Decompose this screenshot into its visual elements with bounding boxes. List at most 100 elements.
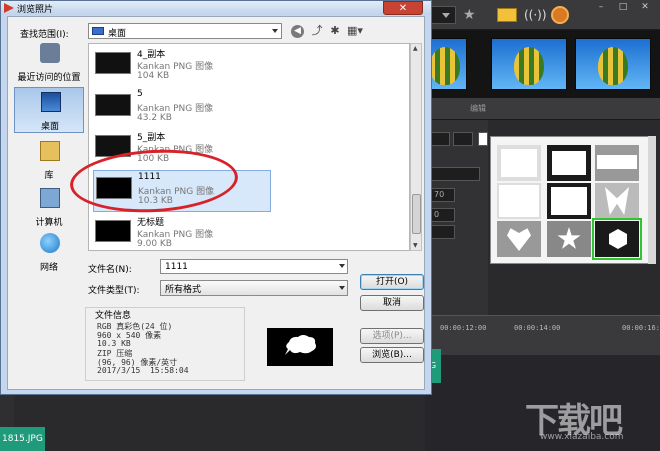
mask-thumbnail[interactable] — [595, 145, 639, 181]
computer-icon — [40, 188, 60, 208]
open-button[interactable]: 打开(O) — [360, 274, 424, 290]
window-minimize-icon[interactable]: – — [590, 0, 612, 14]
butterfly-mask-thumbnail[interactable] — [595, 183, 639, 219]
timecode-label: 00:00:16:00 — [622, 324, 660, 332]
timeline-clip-bottom[interactable]: 1815.JPG — [0, 427, 45, 451]
file-info-line: 10.3 KB — [97, 339, 131, 348]
file-size: 10.3 KB — [138, 196, 173, 206]
file-item[interactable]: 5 Kankan PNG 图像 43.2 KB — [93, 88, 271, 126]
window-close-icon[interactable]: ✕ — [634, 0, 656, 14]
desktop-icon — [92, 27, 104, 35]
speech-bubble-preview-icon — [285, 335, 316, 355]
file-thumbnail — [95, 52, 131, 74]
recent-places-icon — [40, 43, 60, 63]
editor-dropdown[interactable] — [430, 6, 456, 24]
file-size: 9.00 KB — [137, 239, 172, 249]
browse-button[interactable]: 浏览(B)... — [360, 347, 424, 363]
place-label: 桌面 — [40, 122, 59, 132]
file-name-input[interactable] — [160, 259, 348, 274]
place-label: 计算机 — [35, 218, 63, 228]
browse-photo-dialog: 浏览照片 ✕ 查找范围(I): 桌面 ◀ ⤴ ✱ ▦▾ 最近访问的位置 桌面 库 — [0, 0, 432, 395]
place-desktop[interactable]: 桌面 — [14, 87, 84, 133]
library-icon — [40, 141, 60, 161]
star-effects-icon[interactable]: ★ — [463, 6, 483, 24]
scroll-down-icon[interactable]: ▼ — [413, 242, 418, 249]
hexagon-mask-thumbnail-selected[interactable] — [592, 218, 642, 260]
new-folder-icon[interactable]: ✱ — [327, 23, 343, 39]
chevron-down-icon[interactable] — [339, 264, 345, 268]
audio-wave-icon[interactable]: ((·)) — [524, 6, 547, 24]
file-item[interactable]: 无标题 Kankan PNG 图像 9.00 KB — [93, 214, 271, 250]
up-folder-icon[interactable]: ⤴ — [309, 23, 325, 39]
balloon-thumbnail[interactable] — [575, 38, 651, 90]
property-field[interactable] — [453, 132, 473, 146]
mask-thumbnail[interactable] — [497, 183, 541, 219]
mask-thumbnail[interactable] — [547, 183, 591, 219]
mask-gallery-scrollbar[interactable] — [648, 136, 656, 264]
place-library[interactable]: 库 — [14, 137, 84, 183]
places-bar: 最近访问的位置 桌面 库 计算机 网络 — [14, 39, 84, 273]
file-size: 43.2 KB — [137, 113, 172, 123]
app-logo-icon — [4, 3, 14, 13]
file-info-title: 文件信息 — [95, 308, 132, 321]
place-label: 库 — [44, 171, 54, 181]
file-list-scrollbar[interactable]: ▲ ▼ — [410, 43, 422, 251]
place-label: 网络 — [39, 263, 58, 273]
image-preview — [267, 328, 333, 366]
file-info-line: 2017/3/15 15:58:04 — [97, 366, 189, 375]
chevron-down-icon — [272, 29, 278, 33]
timecode-label: 00:00:12:00 — [440, 324, 487, 332]
file-thumbnail — [95, 220, 131, 242]
file-name: 5 — [137, 89, 143, 99]
star-mask-thumbnail[interactable] — [547, 221, 591, 257]
file-item[interactable]: 5_副本 Kankan PNG 图像 100 KB — [93, 129, 271, 167]
place-network[interactable]: 网络 — [14, 229, 84, 275]
look-in-value: 桌面 — [108, 29, 127, 39]
editor-tab-bar: 编辑 — [425, 98, 660, 120]
site-watermark-url: www.xiazaiba.com — [540, 432, 624, 442]
file-size: 104 KB — [137, 71, 170, 81]
options-button[interactable]: 选项(P)... — [360, 328, 424, 344]
file-thumbnail — [95, 94, 131, 116]
heart-mask-thumbnail[interactable] — [497, 221, 541, 257]
look-in-dropdown[interactable]: 桌面 — [88, 23, 282, 39]
folder-icon[interactable] — [497, 8, 517, 22]
property-field[interactable] — [430, 225, 455, 239]
mask-thumbnail[interactable] — [547, 145, 591, 181]
file-name: 1111 — [138, 172, 161, 182]
color-swatch[interactable] — [478, 132, 488, 146]
edit-tab[interactable]: 编辑 — [470, 103, 486, 114]
file-thumbnail — [96, 177, 132, 199]
property-value-field[interactable]: 0 — [430, 208, 455, 222]
desktop-icon — [41, 92, 61, 112]
property-value-field[interactable]: 70 — [430, 188, 455, 202]
property-field[interactable] — [430, 132, 450, 146]
back-arrow-icon[interactable]: ◀ — [291, 25, 304, 38]
window-maximize-icon[interactable]: □ — [612, 0, 634, 14]
film-reel-icon[interactable] — [551, 6, 569, 24]
file-item[interactable]: 4_副本 Kankan PNG 图像 104 KB — [93, 46, 271, 84]
property-dropdown[interactable] — [430, 167, 480, 181]
place-label: 最近访问的位置 — [17, 73, 81, 83]
file-type-label: 文件类型(T): — [88, 286, 140, 296]
close-icon[interactable]: ✕ — [383, 1, 423, 15]
view-menu-icon[interactable]: ▦▾ — [344, 23, 366, 39]
file-type-select[interactable]: 所有格式 — [160, 280, 348, 296]
dialog-titlebar[interactable]: 浏览照片 ✕ — [1, 1, 431, 15]
file-name-label: 文件名(N): — [88, 265, 132, 275]
balloon-thumbnail[interactable] — [491, 38, 567, 90]
timeline-ruler — [425, 315, 660, 355]
file-size: 100 KB — [137, 154, 170, 164]
network-icon — [40, 233, 60, 253]
chevron-down-icon[interactable] — [339, 286, 345, 290]
timecode-label: 00:00:14:00 — [514, 324, 561, 332]
mask-thumbnail[interactable] — [497, 145, 541, 181]
cancel-button[interactable]: 取消 — [360, 295, 424, 311]
file-item-selected[interactable]: 1111 Kankan PNG 图像 10.3 KB — [93, 170, 271, 212]
scroll-thumb[interactable] — [412, 194, 421, 234]
place-recent[interactable]: 最近访问的位置 — [14, 39, 84, 85]
place-computer[interactable]: 计算机 — [14, 184, 84, 230]
dialog-title: 浏览照片 — [17, 5, 54, 15]
mask-gallery — [490, 136, 650, 264]
scroll-up-icon[interactable]: ▲ — [413, 45, 418, 52]
